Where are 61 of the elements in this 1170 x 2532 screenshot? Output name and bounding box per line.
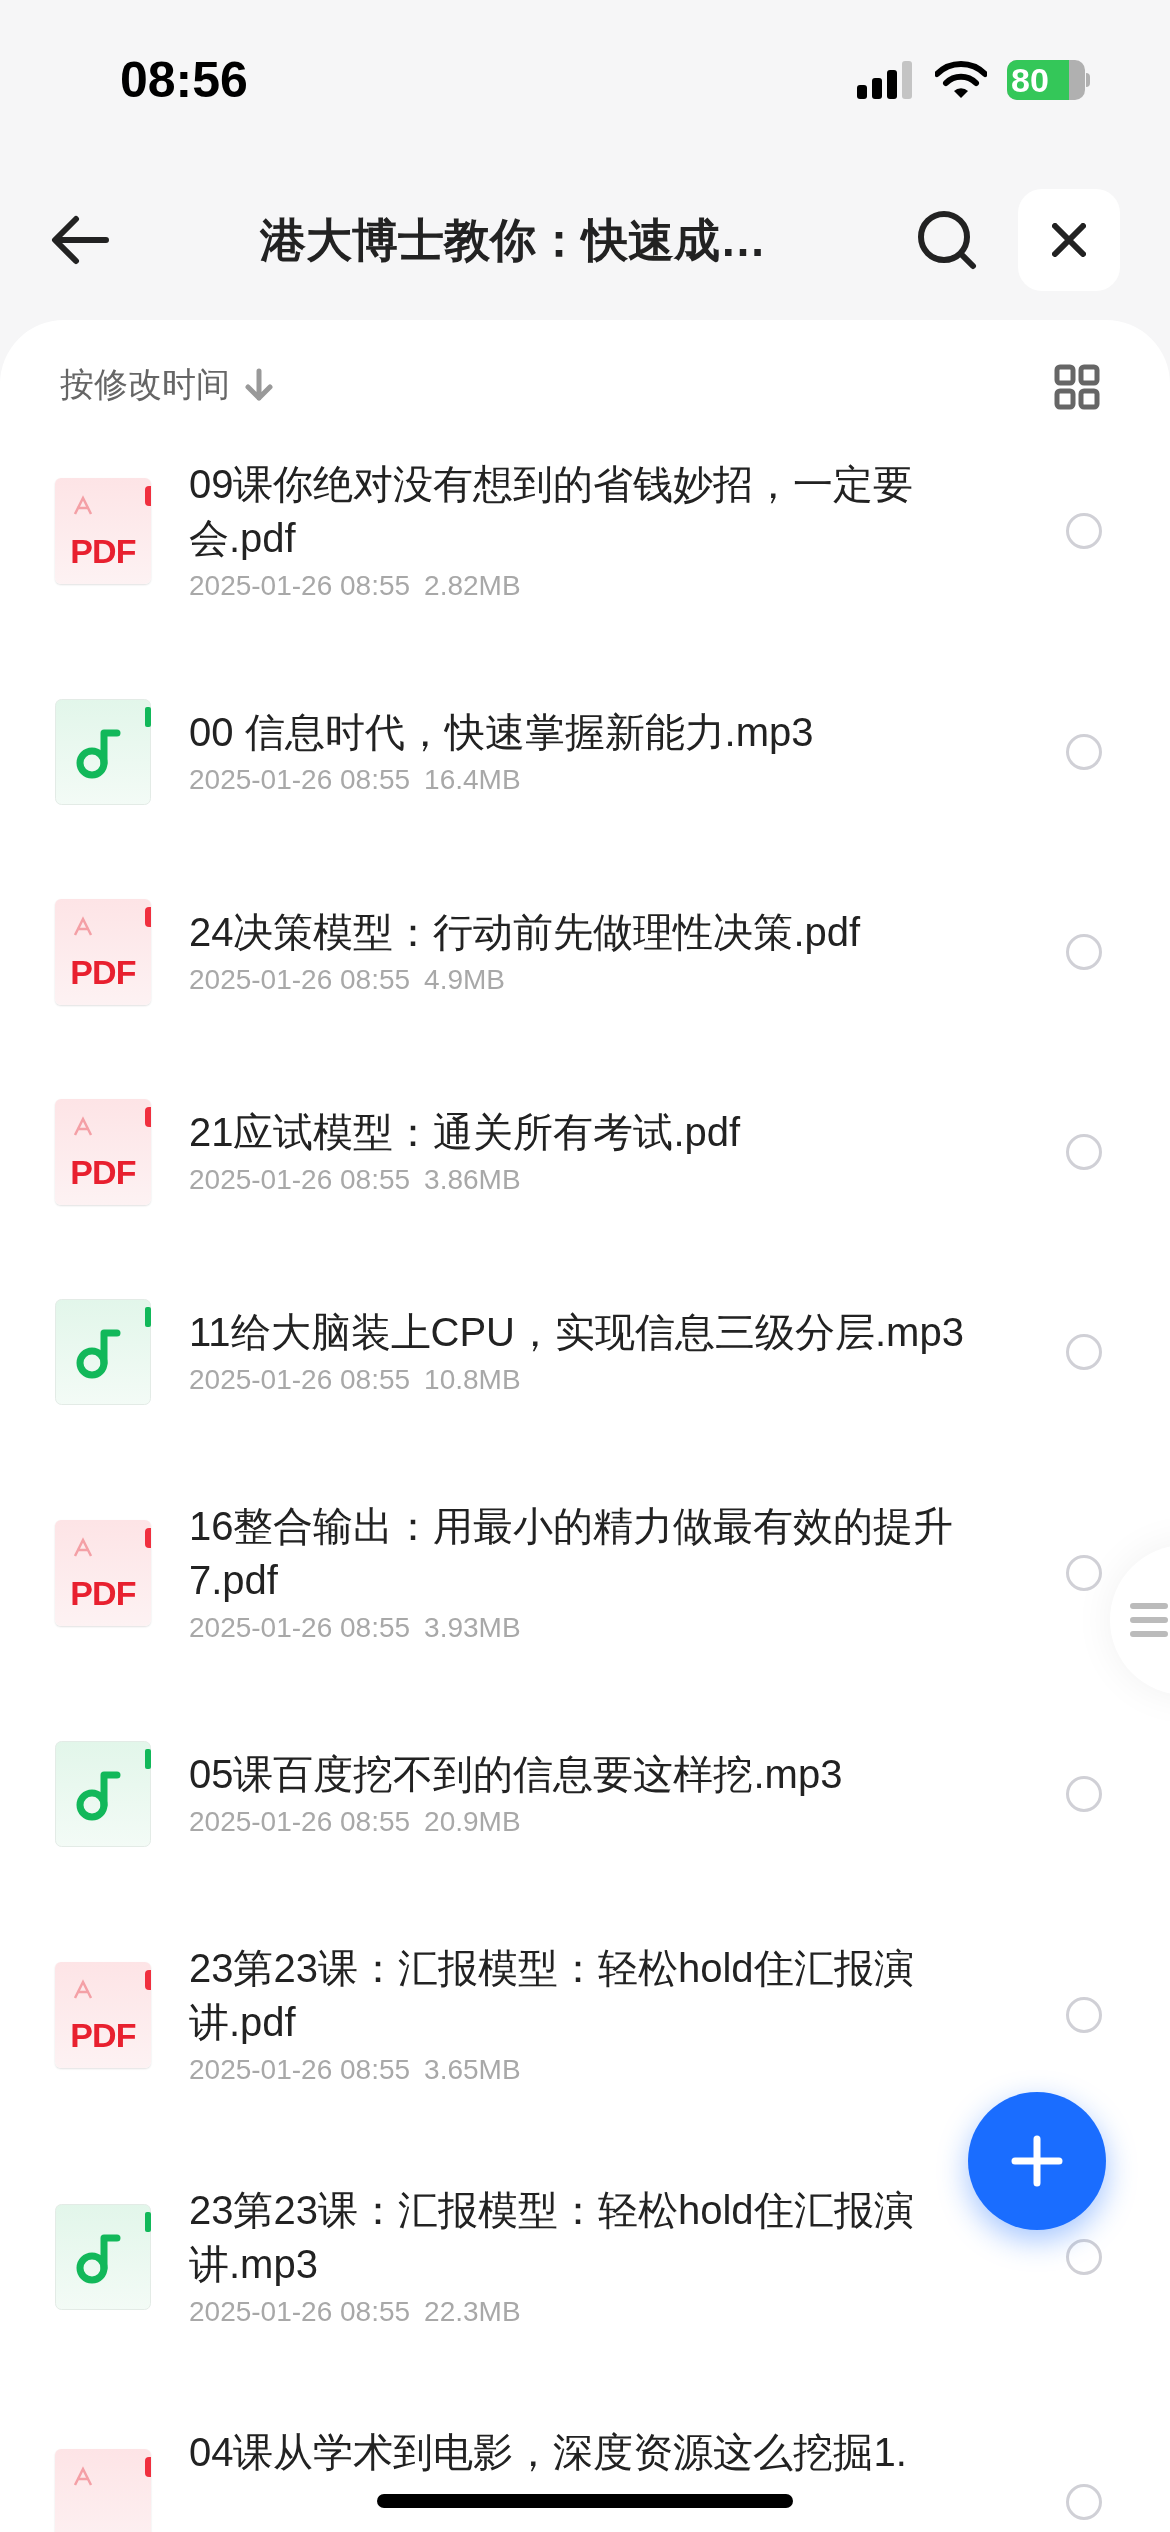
file-name[interactable]: 05课百度挖不到的信息要这样挖.mp3 xyxy=(189,1747,843,1801)
file-name[interactable]: 00 信息时代，快速掌握新能力.mp3 xyxy=(189,705,814,759)
audio-file-icon xyxy=(55,1299,151,1405)
select-radio[interactable] xyxy=(1066,1997,1102,2033)
file-date: 2025-01-26 08:55 xyxy=(189,2053,411,2087)
pdf-file-icon: PDF xyxy=(55,478,151,584)
file-name[interactable]: 23第23课：汇报模型：轻松hold住汇报演讲.pdf xyxy=(189,1941,965,2049)
file-size: 4.9MB xyxy=(424,963,505,997)
select-radio[interactable] xyxy=(1066,734,1102,770)
file-date: 2025-01-26 08:55 xyxy=(189,1163,411,1197)
close-button[interactable] xyxy=(1018,189,1120,291)
search-icon[interactable] xyxy=(916,209,978,271)
sort-button[interactable]: 按修改时间 xyxy=(60,359,274,410)
file-size: 20.9MB xyxy=(424,1805,521,1839)
select-radio[interactable] xyxy=(1066,1555,1102,1591)
file-date: 2025-01-26 08:55 xyxy=(189,963,411,997)
file-size: 3.93MB xyxy=(424,1611,521,1645)
file-date: 2025-01-26 08:55 xyxy=(189,569,411,603)
select-radio[interactable] xyxy=(1066,2484,1102,2520)
pdf-file-icon: PDF xyxy=(55,899,151,1005)
file-name[interactable]: 21应试模型：通关所有考试.pdf xyxy=(189,1105,741,1159)
file-date: 2025-01-26 08:55 xyxy=(189,2295,411,2329)
wifi-icon xyxy=(935,61,987,99)
audio-file-icon xyxy=(55,699,151,805)
select-radio[interactable] xyxy=(1066,934,1102,970)
file-name[interactable]: 16整合输出：用最小的精力做最有效的提升7.pdf xyxy=(189,1499,965,1607)
audio-file-icon xyxy=(55,2204,151,2310)
audio-file-icon xyxy=(55,1741,151,1847)
signal-icon xyxy=(857,61,915,99)
file-name[interactable]: 04课从学术到电影，深度资源这么挖掘1. xyxy=(189,2425,907,2479)
file-date: 2025-01-26 08:55 xyxy=(189,1805,411,1839)
select-radio[interactable] xyxy=(1066,1134,1102,1170)
close-icon xyxy=(1052,223,1086,257)
select-radio[interactable] xyxy=(1066,1334,1102,1370)
select-radio[interactable] xyxy=(1066,2239,1102,2275)
file-size: 22.3MB xyxy=(424,2295,521,2329)
file-size: 3.86MB xyxy=(424,1163,521,1197)
file-date: 2025-01-26 08:55 xyxy=(189,763,411,797)
select-radio[interactable] xyxy=(1066,513,1102,549)
pdf-file-icon: PDF xyxy=(55,1099,151,1205)
down-arrow-icon xyxy=(244,367,274,402)
grid-view-icon[interactable] xyxy=(1054,364,1100,410)
back-arrow-icon[interactable] xyxy=(50,215,110,265)
plus-icon xyxy=(1011,2135,1063,2187)
file-name[interactable]: 09课你绝对没有想到的省钱妙招，一定要会.pdf xyxy=(189,457,965,565)
file-name[interactable]: 11给大脑装上CPU，实现信息三级分层.mp3 xyxy=(189,1305,964,1359)
pdf-file-icon xyxy=(55,2449,151,2532)
file-size: 3.65MB xyxy=(424,2053,521,2087)
file-date: 2025-01-26 08:55 xyxy=(189,1611,411,1645)
file-size: 16.4MB xyxy=(424,763,521,797)
page-title: 港大博士教你：快速成… xyxy=(260,212,766,268)
file-name[interactable]: 24决策模型：行动前先做理性决策.pdf xyxy=(189,905,861,959)
file-size: 10.8MB xyxy=(424,1363,521,1397)
status-time: 08:56 xyxy=(120,50,248,110)
file-size: 2.82MB xyxy=(424,569,521,603)
pdf-file-icon: PDF xyxy=(55,1520,151,1626)
pdf-file-icon: PDF xyxy=(55,1962,151,2068)
select-radio[interactable] xyxy=(1066,1776,1102,1812)
file-name[interactable]: 23第23课：汇报模型：轻松hold住汇报演讲.mp3 xyxy=(189,2183,965,2291)
file-date: 2025-01-26 08:55 xyxy=(189,1363,411,1397)
menu-icon xyxy=(1130,1602,1168,1638)
